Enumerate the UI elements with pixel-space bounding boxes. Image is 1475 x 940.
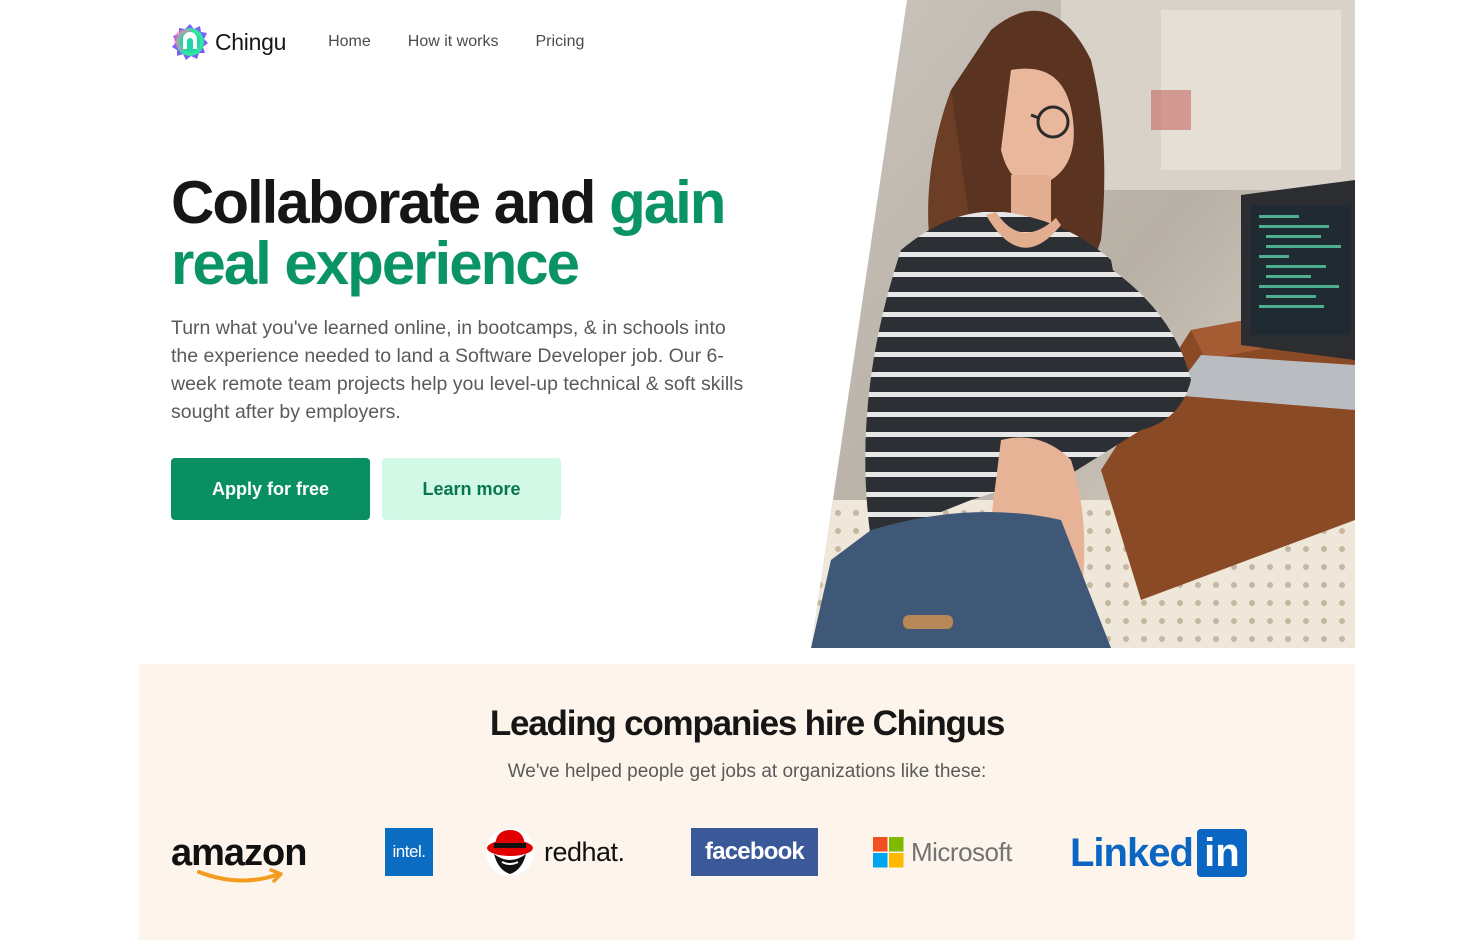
- chingu-logo-icon: [172, 24, 208, 60]
- hero-photo: [811, 0, 1355, 648]
- linkedin-in-badge: in: [1196, 829, 1247, 877]
- hero-photo-illustration: [811, 0, 1355, 648]
- learn-more-button[interactable]: Learn more: [382, 458, 561, 520]
- amazon-logo-icon: amazon: [171, 832, 307, 883]
- intel-logo: intel.: [385, 828, 433, 876]
- apply-button[interactable]: Apply for free: [171, 458, 370, 520]
- hero-title: Collaborate and gain real experience: [171, 172, 791, 294]
- redhat-wordmark: redhat.: [544, 836, 625, 867]
- top-nav: Chingu Home How it works Pricing: [171, 22, 621, 62]
- nav-link-how-it-works[interactable]: How it works: [408, 33, 499, 51]
- hero-subtitle: Turn what you've learned online, in boot…: [171, 317, 744, 423]
- facebook-logo: facebook: [691, 828, 818, 876]
- intel-wordmark: intel.: [392, 842, 426, 861]
- redhat-hat-icon: [486, 828, 534, 876]
- companies-title: Leading companies hire Chingus: [489, 704, 1006, 743]
- companies-section: Leading companies hire Chingus We've hel…: [139, 664, 1355, 940]
- microsoft-squares-icon: [873, 836, 904, 867]
- amazon-logo: amazon: [171, 830, 331, 888]
- linkedin-wordmark: Linked: [1070, 830, 1194, 875]
- hero-title-plain: Collaborate and: [171, 169, 610, 236]
- brand-name: Chingu: [215, 28, 287, 55]
- microsoft-wordmark: Microsoft: [911, 836, 1012, 867]
- facebook-wordmark: facebook: [705, 838, 805, 865]
- linkedin-logo: Linked in: [1070, 828, 1272, 878]
- nav-link-home[interactable]: Home: [328, 33, 371, 51]
- nav-link-pricing[interactable]: Pricing: [535, 33, 584, 51]
- brand-logo[interactable]: Chingu: [171, 23, 286, 61]
- microsoft-logo: Microsoft: [873, 836, 1023, 868]
- redhat-logo: redhat.: [486, 826, 638, 878]
- companies-subtitle: We've helped people get jobs at organiza…: [507, 761, 987, 782]
- amazon-wordmark: amazon: [171, 832, 306, 874]
